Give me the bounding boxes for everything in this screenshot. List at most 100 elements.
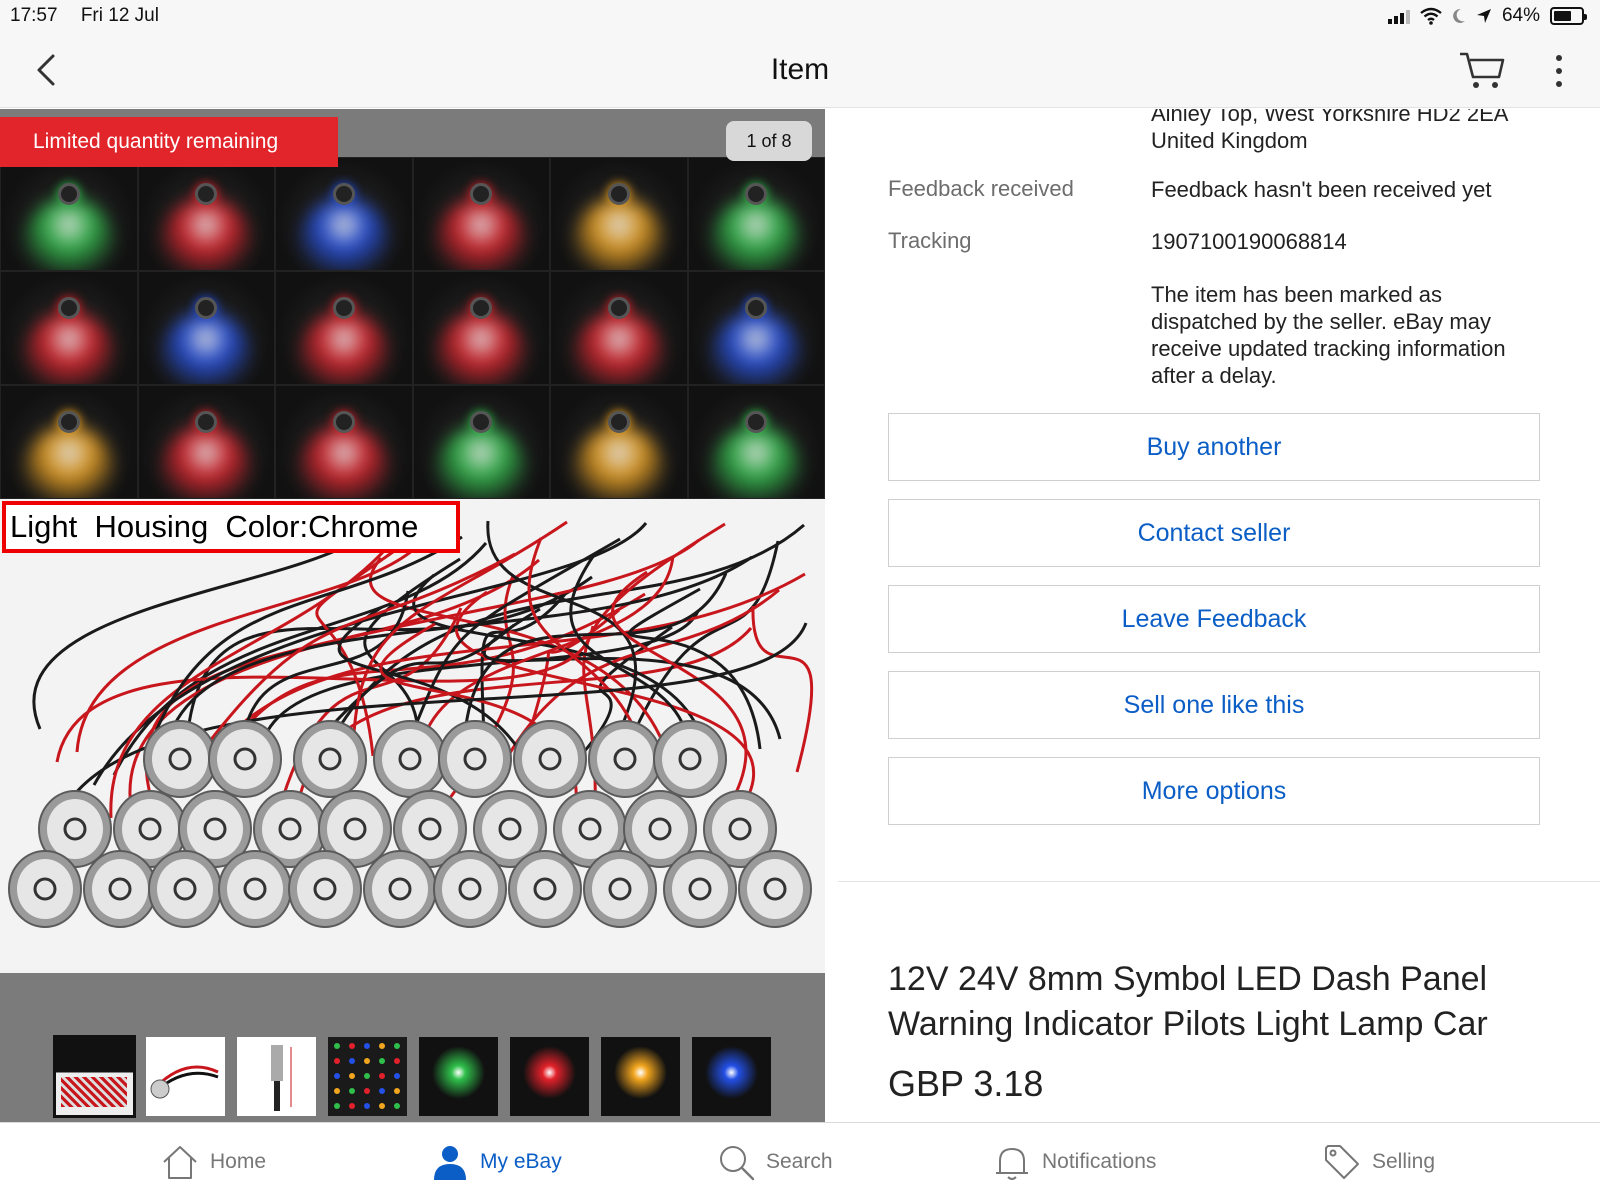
tracking-note: The item has been marked as dispatched b… — [1151, 282, 1506, 388]
thumbnail-1[interactable] — [53, 1035, 136, 1118]
person-icon — [434, 1146, 466, 1180]
indicator-lamp — [288, 850, 362, 928]
cellular-signal-icon — [1387, 8, 1410, 24]
section-divider — [838, 881, 1600, 882]
tracking-label: Tracking — [888, 228, 972, 253]
wifi-icon — [1420, 7, 1442, 25]
tab-home[interactable]: Home — [160, 1123, 266, 1200]
indicator-lamp — [293, 720, 367, 798]
indicator-lamp — [588, 720, 662, 798]
indicator-lamp — [663, 850, 737, 928]
tab-selling[interactable]: Selling — [1322, 1123, 1435, 1200]
led-sample-7 — [0, 271, 138, 385]
indicator-lamp — [583, 850, 657, 928]
tab-search[interactable]: Search — [716, 1123, 833, 1200]
status-bar: 17:57 Fri 12 Jul 64% — [0, 0, 1600, 32]
tab-notifications[interactable]: Notifications — [992, 1123, 1156, 1200]
indicator-lamp — [218, 850, 292, 928]
indicator-lamp — [8, 850, 82, 928]
indicator-lamp — [513, 720, 587, 798]
bottom-tab-bar: Home My eBay Search Notifications Sellin… — [0, 1122, 1600, 1200]
indicator-lamp — [148, 850, 222, 928]
status-time: 17:57 — [10, 5, 58, 26]
led-sample-8 — [137, 271, 275, 385]
battery-icon — [1550, 7, 1587, 25]
leave-feedback-button[interactable]: Leave Feedback — [888, 585, 1540, 653]
tracking-number[interactable]: 1907100190068814 — [1151, 228, 1571, 255]
tab-search-label: Search — [766, 1150, 833, 1173]
led-sample-2 — [137, 157, 275, 271]
indicator-lamp — [143, 720, 217, 798]
led-sample-9 — [275, 271, 413, 385]
led-sample-3 — [275, 157, 413, 271]
more-options-button[interactable]: More options — [888, 757, 1540, 825]
moon-icon — [1453, 8, 1465, 23]
thumbnail-3[interactable] — [237, 1037, 316, 1116]
more-options-menu-button[interactable] — [1544, 46, 1574, 96]
thumbnail-strip — [53, 1035, 771, 1118]
led-bundle-illustration — [8, 508, 814, 928]
tab-home-label: Home — [210, 1150, 267, 1173]
led-sample-18 — [687, 385, 825, 499]
home-icon — [163, 1146, 197, 1179]
status-date: Fri 12 Jul — [80, 5, 159, 26]
thumbnail-8[interactable] — [692, 1037, 771, 1116]
shipping-address: Ainley Top, West Yorkshire HD2 2EA Unite… — [1151, 109, 1508, 154]
cart-icon — [1460, 52, 1505, 88]
indicator-lamp — [653, 720, 727, 798]
status-bar-left: 17:57 Fri 12 Jul — [10, 5, 177, 27]
tab-notifications-label: Notifications — [1042, 1150, 1157, 1173]
image-counter-badge: 1 of 8 — [726, 121, 812, 161]
led-sample-14 — [137, 385, 275, 499]
price-tag-icon — [1325, 1145, 1359, 1179]
buy-another-button[interactable]: Buy another — [888, 413, 1540, 481]
led-sample-13 — [0, 385, 138, 499]
led-sample-10 — [412, 271, 550, 385]
led-sample-1 — [0, 157, 138, 271]
tab-selling-label: Selling — [1372, 1150, 1436, 1173]
led-sample-6 — [687, 157, 825, 271]
indicator-lamp — [508, 850, 582, 928]
led-sample-17 — [550, 385, 688, 499]
tab-my-ebay[interactable]: My eBay — [430, 1123, 562, 1200]
limited-quantity-badge: Limited quantity remaining — [0, 117, 338, 167]
indicator-lamp — [373, 720, 447, 798]
product-price: GBP 3.18 — [888, 1063, 1044, 1104]
thumbnail-2[interactable] — [146, 1037, 225, 1116]
location-arrow-icon — [1476, 9, 1491, 23]
battery-percent: 64% — [1501, 5, 1540, 26]
led-sample-4 — [412, 157, 550, 271]
page-title: Item — [770, 53, 830, 86]
image-gallery[interactable]: Light Housing Color:Chrome Limited quant… — [0, 109, 825, 1122]
more-vertical-icon — [1556, 55, 1562, 61]
thumbnail-4[interactable] — [328, 1037, 407, 1116]
led-sample-11 — [550, 271, 688, 385]
status-bar-right: 64% — [1387, 5, 1587, 27]
bell-icon — [996, 1148, 1028, 1180]
battery-level-fill — [1554, 11, 1571, 21]
indicator-lamp — [433, 850, 507, 928]
contact-seller-button[interactable]: Contact seller — [888, 499, 1540, 567]
indicator-lamp — [83, 850, 157, 928]
led-sample-15 — [275, 385, 413, 499]
cart-button[interactable] — [1456, 44, 1508, 96]
indicator-lamp — [738, 850, 812, 928]
led-sample-16 — [412, 385, 550, 499]
indicator-lamp — [363, 850, 437, 928]
tab-my-ebay-label: My eBay — [480, 1150, 562, 1173]
thumbnail-7[interactable] — [601, 1037, 680, 1116]
search-icon — [720, 1146, 755, 1181]
feedback-value: Feedback hasn't been received yet — [1151, 177, 1492, 202]
product-title: 12V 24V 8mm Symbol LED Dash Panel Warnin… — [888, 960, 1488, 1043]
address-country: United Kingdom — [1151, 128, 1308, 153]
image-caption-label: Light Housing Color:Chrome — [2, 501, 460, 553]
product-photo[interactable]: Light Housing Color:Chrome — [0, 499, 825, 973]
sell-one-like-this-button[interactable]: Sell one like this — [888, 671, 1540, 739]
feedback-label: Feedback received — [888, 176, 1074, 201]
led-sample-5 — [550, 157, 688, 271]
thumbnail-6[interactable] — [510, 1037, 589, 1116]
led-color-collage — [0, 157, 825, 499]
led-sample-12 — [687, 271, 825, 385]
thumbnail-5[interactable] — [419, 1037, 498, 1116]
indicator-lamp — [438, 720, 512, 798]
